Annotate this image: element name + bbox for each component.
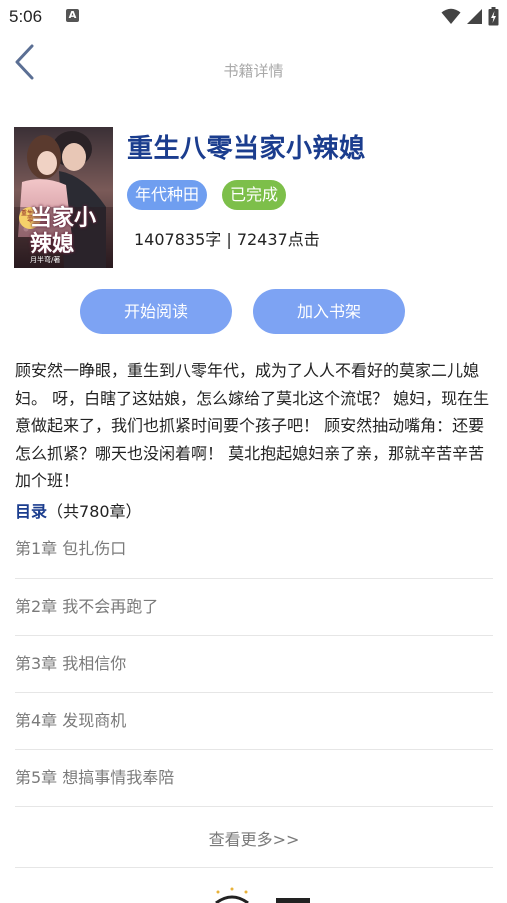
notification-a-icon: A [66,9,79,22]
bottom-peek-logo [210,886,310,903]
toc-count: （共780章） [47,502,142,521]
page-title: 书籍详情 [223,62,284,80]
chapter-item[interactable]: 第5章 想搞事情我奉陪 [15,750,493,807]
wifi-icon [441,8,461,24]
status-icons [441,6,499,26]
genre-tag[interactable]: 年代种田 [127,180,208,210]
toc-title: 目录 [15,502,48,521]
cover-author: 月半弯/著 [30,256,61,264]
status-time: 5:06 [9,7,43,26]
battery-icon [488,6,499,25]
book-cover: 重生八零 当家小辣媳 月半弯/著 [14,127,113,268]
chapter-item[interactable]: 第3章 我相信你 [15,636,493,693]
signal-icon [467,8,482,24]
book-title: 重生八零当家小辣媳 [127,134,366,164]
chapter-item[interactable]: 第4章 发现商机 [15,693,493,750]
toc-header: 目录（共780章） [15,498,142,522]
chapter-item[interactable]: 第1章 包扎伤口 [15,521,493,579]
status-tag: 已完成 [222,180,287,210]
book-synopsis: 顾安然一睁眼，重生到八零年代，成为了人人不看好的莫家二儿媳妇。 呀，白瞎了这姑娘… [15,361,490,490]
see-more-link[interactable]: 查看更多>> [15,811,493,868]
add-to-shelf-button[interactable]: 加入书架 [253,289,405,334]
book-stats: 1407835字 | 72437点击 [134,230,320,249]
status-bar: 5:06 A [0,0,507,34]
cover-title-text: 当家小辣媳 [30,205,97,257]
top-bar: 书籍详情 [0,34,507,106]
start-reading-button[interactable]: 开始阅读 [80,289,232,334]
chapter-list: 第1章 包扎伤口 第2章 我不会再跑了 第3章 我相信你 第4章 发现商机 第5… [15,521,493,807]
chapter-item[interactable]: 第2章 我不会再跑了 [15,579,493,636]
